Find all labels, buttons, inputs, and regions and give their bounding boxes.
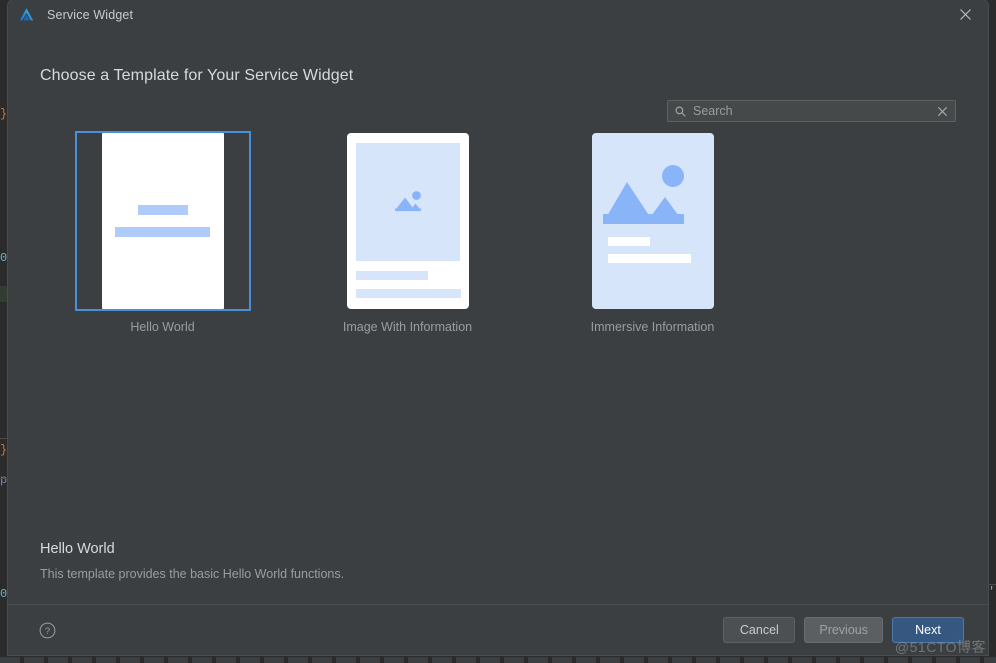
caption-bar-long [607,254,691,263]
service-widget-dialog: Service Widget Choose a Template for You… [8,0,988,655]
image-icon [394,191,421,212]
template-card-image-with-information[interactable]: Image With Information [285,131,530,334]
cancel-button[interactable]: Cancel [723,617,796,643]
text-bar-long [115,227,210,237]
svg-text:?: ? [44,626,49,637]
template-thumb-frame [565,131,741,311]
template-label: Immersive Information [590,320,715,334]
previous-button[interactable]: Previous [804,617,883,643]
search-box[interactable] [667,100,956,122]
blank-page-thumbnail [101,133,224,309]
template-label: Image With Information [342,320,473,334]
caption-bar-short [607,237,650,246]
dialog-body: Choose a Template for Your Service Widge… [8,29,988,604]
dialog-footer: ? Cancel Previous Next [8,604,988,655]
description-text: This template provides the basic Hello W… [40,567,345,581]
dialog-title: Service Widget [47,7,134,22]
clear-icon[interactable] [935,104,949,118]
next-button[interactable]: Next [892,617,964,643]
template-thumb-frame [74,131,251,311]
template-label: Hello World [130,320,195,334]
template-card-hello-world[interactable]: Hello World [40,131,285,334]
search-input[interactable] [686,101,935,121]
editor-current-line-highlight [0,286,8,302]
template-grid: Hello World Image With Information Immer… [40,131,940,334]
caption-bar-short [355,271,428,280]
dialog-titlebar: Service Widget [8,0,988,29]
text-bar-short [137,205,188,215]
description-title: Hello World [40,541,115,557]
help-circle-icon[interactable]: ? [38,621,56,639]
page-title: Choose a Template for Your Service Widge… [40,67,354,84]
editor-panel-divider-upper [0,438,8,439]
fullbleed-photo-thumbnail [591,133,714,309]
search-icon [675,106,686,117]
template-description: Hello World This template provides the b… [40,541,344,581]
template-card-immersive-information[interactable]: Immersive Information [530,131,775,334]
template-thumb-frame [320,131,496,311]
editor-bottom-strip [0,657,996,663]
photo-placeholder [355,143,460,261]
card-with-photo-thumbnail [346,133,469,309]
close-icon[interactable] [942,0,988,29]
editor-panel-divider-lower [0,478,8,479]
caption-bar-long [355,289,461,298]
editor-left-edge-code-lower: pi - d - r - [0,473,8,487]
delta-triangle-logo-icon [18,6,35,23]
image-icon [602,165,684,224]
footer-actions: Cancel Previous Next [723,617,964,643]
